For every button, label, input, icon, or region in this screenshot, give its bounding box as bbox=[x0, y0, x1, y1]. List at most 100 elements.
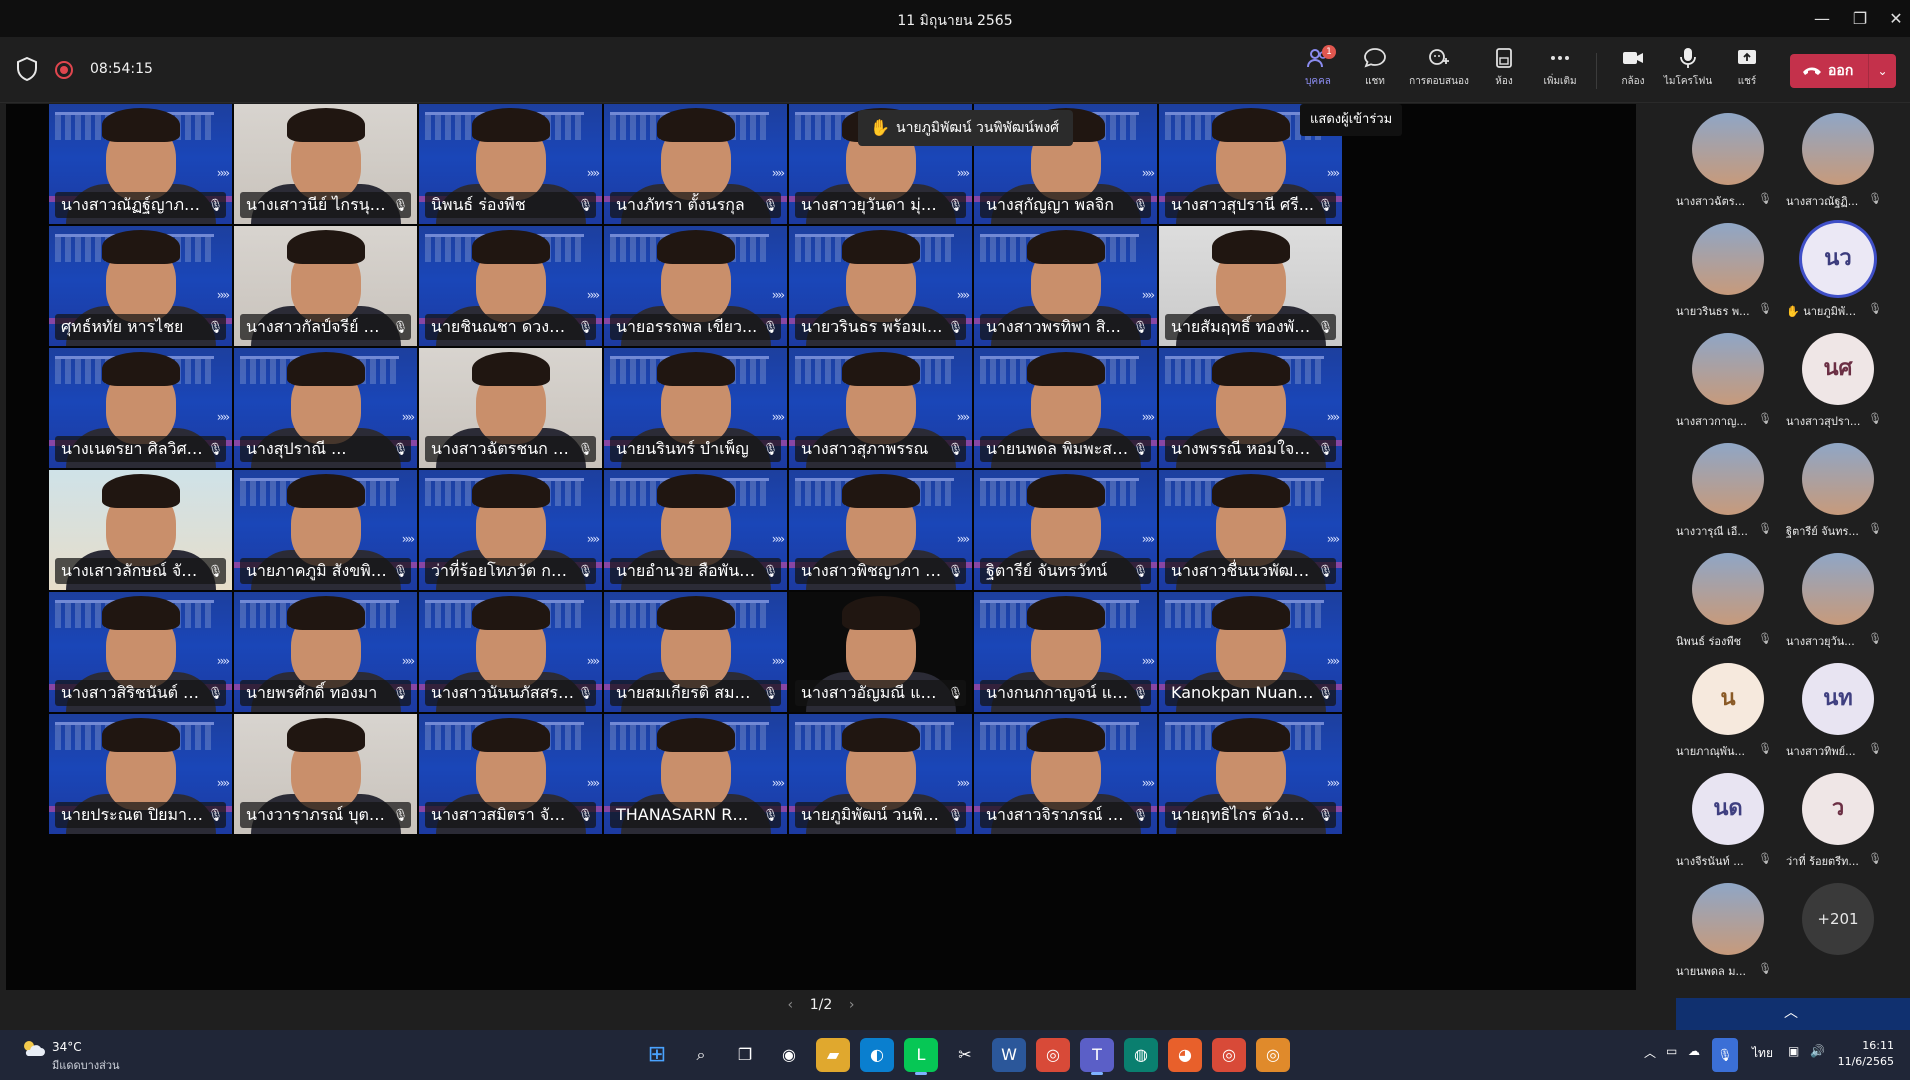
webex-icon[interactable]: ◍ bbox=[1124, 1038, 1158, 1072]
participant-tile[interactable]: ›››› นางกนกกาญจน์ แส... 🎙 bbox=[974, 592, 1157, 712]
chrome-icon[interactable]: ◎ bbox=[1212, 1038, 1246, 1072]
chrome-icon[interactable]: ◎ bbox=[1036, 1038, 1070, 1072]
participant-tile[interactable]: ›››› ศุทธ์หทัย หารไชย 🎙 bbox=[49, 226, 232, 346]
roster-participant[interactable]: นายนพดล ม... 🎙 bbox=[1668, 874, 1778, 984]
participant-tile[interactable]: ›››› นายพรศักดิ์ ทองมา 🎙 bbox=[234, 592, 417, 712]
chat-button[interactable]: แชท bbox=[1345, 47, 1405, 95]
roster-participant[interactable]: นศ นางสาวสุปรา... 🎙 bbox=[1778, 324, 1888, 434]
roster-participant[interactable]: นนายภาณุพัน... 🎙 bbox=[1668, 654, 1778, 764]
reactions-button[interactable]: การตอบสนอง bbox=[1409, 47, 1469, 95]
system-clock[interactable]: 16:11 11/6/2565 bbox=[1832, 1038, 1894, 1070]
tray-overflow-icon[interactable]: ︿ bbox=[1644, 1044, 1656, 1061]
participant-tile[interactable]: ›››› นางภัทรา ตั้งนรกุล 🎙 bbox=[604, 104, 787, 224]
participant-tile[interactable]: ›››› นางสาวณัฏฐ์ญาภร... 🎙 bbox=[49, 104, 232, 224]
teams-icon[interactable]: T bbox=[1080, 1038, 1114, 1075]
participant-tile[interactable]: นายสัมฤทธิ์ ทองพันธ์ 🎙 bbox=[1159, 226, 1342, 346]
participant-tile[interactable]: ›››› THANASARN RUJIRA 🎙 bbox=[604, 714, 787, 834]
participant-tile[interactable]: ›››› นางสาวจิราภรณ์ ชา... 🎙 bbox=[974, 714, 1157, 834]
roster-participant[interactable]: นางสาวยุวัน... 🎙 bbox=[1778, 544, 1888, 654]
participant-tile[interactable]: นางสาวฉัตรชนก ม... 🎙 bbox=[419, 348, 602, 468]
participant-tile[interactable]: ›››› นายชินณชา ดวงอภ... 🎙 bbox=[419, 226, 602, 346]
network-icon[interactable]: ▭ bbox=[1666, 1044, 1677, 1058]
chevron-up-icon[interactable]: ︿ bbox=[1784, 1002, 1798, 1022]
participant-tile[interactable]: นางเสาวนีย์ ไกรนุกูล 🎙 bbox=[234, 104, 417, 224]
task-view-icon[interactable]: ❐ bbox=[728, 1038, 762, 1072]
snipping-icon[interactable]: ✂ bbox=[948, 1038, 982, 1072]
rooms-button[interactable]: ห้อง bbox=[1474, 47, 1534, 95]
show-participants-button[interactable]: แสดงผู้เข้าร่วม bbox=[1300, 104, 1403, 136]
chat-icon[interactable]: ◉ bbox=[772, 1038, 806, 1072]
meeting-toolbar: 08:54:15 1 บุคคล แชท การตอบสนอง ห้อง เพิ… bbox=[0, 37, 1910, 103]
participant-tile[interactable]: ›››› นางสาวนันนภัสสร ... 🎙 bbox=[419, 592, 602, 712]
people-button[interactable]: 1 บุคคล bbox=[1288, 45, 1348, 95]
roster-participant[interactable]: นางวารุณี เอี... 🎙 bbox=[1668, 434, 1778, 544]
participant-tile[interactable]: ›››› นางสุปราณี ... 🎙 bbox=[234, 348, 417, 468]
more-button[interactable]: เพิ่มเติม bbox=[1530, 47, 1590, 95]
roster-participant[interactable]: นางสาวณัฐฏิ... 🎙 bbox=[1778, 104, 1888, 214]
firefox-icon[interactable]: ◕ bbox=[1168, 1038, 1202, 1072]
share-button[interactable]: แชร์ bbox=[1717, 47, 1777, 95]
roster-participant[interactable]: นายวรินธร พ... 🎙 bbox=[1668, 214, 1778, 324]
participant-tile[interactable]: ›››› นายอำนวย สือพันธ์... 🎙 bbox=[604, 470, 787, 590]
participant-tile[interactable]: ›››› นายฤทธิไกร ด้วงจุม... 🎙 bbox=[1159, 714, 1342, 834]
line-icon[interactable]: L bbox=[904, 1038, 938, 1075]
participant-tile[interactable]: นางสาวกัลป์จรีย์ ติ... 🎙 bbox=[234, 226, 417, 346]
participant-tile[interactable]: ›››› นางพรรณี หอมใจมั่น 🎙 bbox=[1159, 348, 1342, 468]
participant-tile[interactable]: นางวาราภรณ์ บุตตะ... 🎙 bbox=[234, 714, 417, 834]
participant-tile[interactable]: ›››› นายสมเกียรติ สมพ่อง 🎙 bbox=[604, 592, 787, 712]
participant-tile[interactable]: ›››› นิพนธ์ ร่องพืช 🎙 bbox=[419, 104, 602, 224]
search-icon[interactable]: ⌕ bbox=[684, 1038, 718, 1072]
volume-icon[interactable]: 🔊 bbox=[1810, 1044, 1825, 1058]
participant-tile[interactable]: ›››› นายภาคภูมิ สังขพิท... 🎙 bbox=[234, 470, 417, 590]
windows-icon[interactable]: ⊞ bbox=[640, 1038, 674, 1072]
input-language[interactable]: ไทย bbox=[1752, 1044, 1773, 1063]
close-button[interactable]: ✕ bbox=[1876, 6, 1910, 32]
weather-widget[interactable]: 34°C มีแดดบางส่วน bbox=[20, 1038, 120, 1072]
participant-tile[interactable]: ›››› ฐิตารีย์ จันทรวัทน์ 🎙 bbox=[974, 470, 1157, 590]
onedrive-icon[interactable]: ☁ bbox=[1688, 1044, 1700, 1058]
roster-participant[interactable]: ฐิตารีย์ จันทร... 🎙 bbox=[1778, 434, 1888, 544]
minimize-button[interactable]: — bbox=[1802, 6, 1842, 32]
participant-tile[interactable]: นางสาวอัญมณี แสงสุข 🎙 bbox=[789, 592, 972, 712]
shield-icon[interactable] bbox=[16, 57, 38, 81]
participant-tile[interactable]: ›››› นายอรรถพล เขียว... 🎙 bbox=[604, 226, 787, 346]
participant-tile[interactable]: ›››› นายภูมิพัฒน์ วนพิพัฒ... 🎙 bbox=[789, 714, 972, 834]
mic-muted-icon: 🎙 bbox=[208, 564, 224, 578]
next-page-button[interactable]: › bbox=[837, 990, 867, 1020]
participant-roster: นางสาวฉัตร... 🎙 นางสาวณัฐฏิ... 🎙 นายวรินธร พ… bbox=[1662, 104, 1910, 990]
camera-button[interactable]: กล้อง bbox=[1603, 47, 1663, 95]
participant-tile[interactable]: ›››› นางสาวพรทิพา สิ... 🎙 bbox=[974, 226, 1157, 346]
participant-tile[interactable]: ›››› นางสาวชื่นนวพัฒน์ ... 🎙 bbox=[1159, 470, 1342, 590]
roster-participant[interactable]: นท นางสาวทิพย์... 🎙 bbox=[1778, 654, 1888, 764]
participant-tile[interactable]: ›››› นางเนตรยา ศิลวิศาล 🎙 bbox=[49, 348, 232, 468]
participant-tile[interactable]: ›››› นายนพดล พิมพะสอน 🎙 bbox=[974, 348, 1157, 468]
participant-tile[interactable]: ›››› นางสาวสมิตรา จันท... 🎙 bbox=[419, 714, 602, 834]
participant-tile[interactable]: ›››› นายวรินธร พร้อมเ... 🎙 bbox=[789, 226, 972, 346]
roster-participant[interactable]: วว่าที่ ร้อยตรีท... 🎙 bbox=[1778, 764, 1888, 874]
more-participants-button[interactable]: +201 bbox=[1778, 874, 1888, 984]
participant-tile[interactable]: ›››› นางสาวพิชญาภา น... 🎙 bbox=[789, 470, 972, 590]
participant-tile[interactable]: ›››› Kanokpan Nuanng... 🎙 bbox=[1159, 592, 1342, 712]
roster-participant[interactable]: นิพนธ์ ร่องพืช 🎙 bbox=[1668, 544, 1778, 654]
edge-icon[interactable]: ◐ bbox=[860, 1038, 894, 1072]
leave-options-dropdown[interactable]: ⌄ bbox=[1868, 54, 1896, 88]
roster-participant[interactable]: นางสาวกาญ... 🎙 bbox=[1668, 324, 1778, 434]
participant-tile[interactable]: ›››› นายนรินทร์ บำเพ็ญ 🎙 bbox=[604, 348, 787, 468]
participant-tile[interactable]: ›››› นางสาวสิริชนันต์ ท... 🎙 bbox=[49, 592, 232, 712]
roster-participant[interactable]: นด นางจีรนันท์ ... 🎙 bbox=[1668, 764, 1778, 874]
maximize-button[interactable]: ❐ bbox=[1840, 6, 1880, 32]
chrome-canary-icon[interactable]: ◎ bbox=[1256, 1038, 1290, 1072]
microphone-in-use-icon[interactable]: 🎙 bbox=[1712, 1038, 1738, 1072]
roster-participant[interactable]: นว ✋ นายภูมิพัฒน์... 🎙 bbox=[1778, 214, 1888, 324]
display-icon[interactable]: ▣ bbox=[1788, 1044, 1799, 1058]
microphone-button[interactable]: ไมโครโฟน bbox=[1658, 47, 1718, 95]
roster-participant[interactable]: นางสาวฉัตร... 🎙 bbox=[1668, 104, 1778, 214]
word-icon[interactable]: W bbox=[992, 1038, 1026, 1072]
participant-tile[interactable]: นางเสาวลักษณ์ จัน... 🎙 bbox=[49, 470, 232, 590]
previous-page-button[interactable]: ‹ bbox=[775, 990, 805, 1020]
participant-tile[interactable]: ›››› ว่าที่ร้อยโทภวัต กา... 🎙 bbox=[419, 470, 602, 590]
self-view-thumbnail[interactable]: ︿ bbox=[1676, 998, 1910, 1030]
file-explorer-icon[interactable]: ▰ bbox=[816, 1038, 850, 1072]
participant-tile[interactable]: ›››› นายประณต ปิยมาพ... 🎙 bbox=[49, 714, 232, 834]
participant-tile[interactable]: ›››› นางสาวสุภาพรรณ 🎙 bbox=[789, 348, 972, 468]
